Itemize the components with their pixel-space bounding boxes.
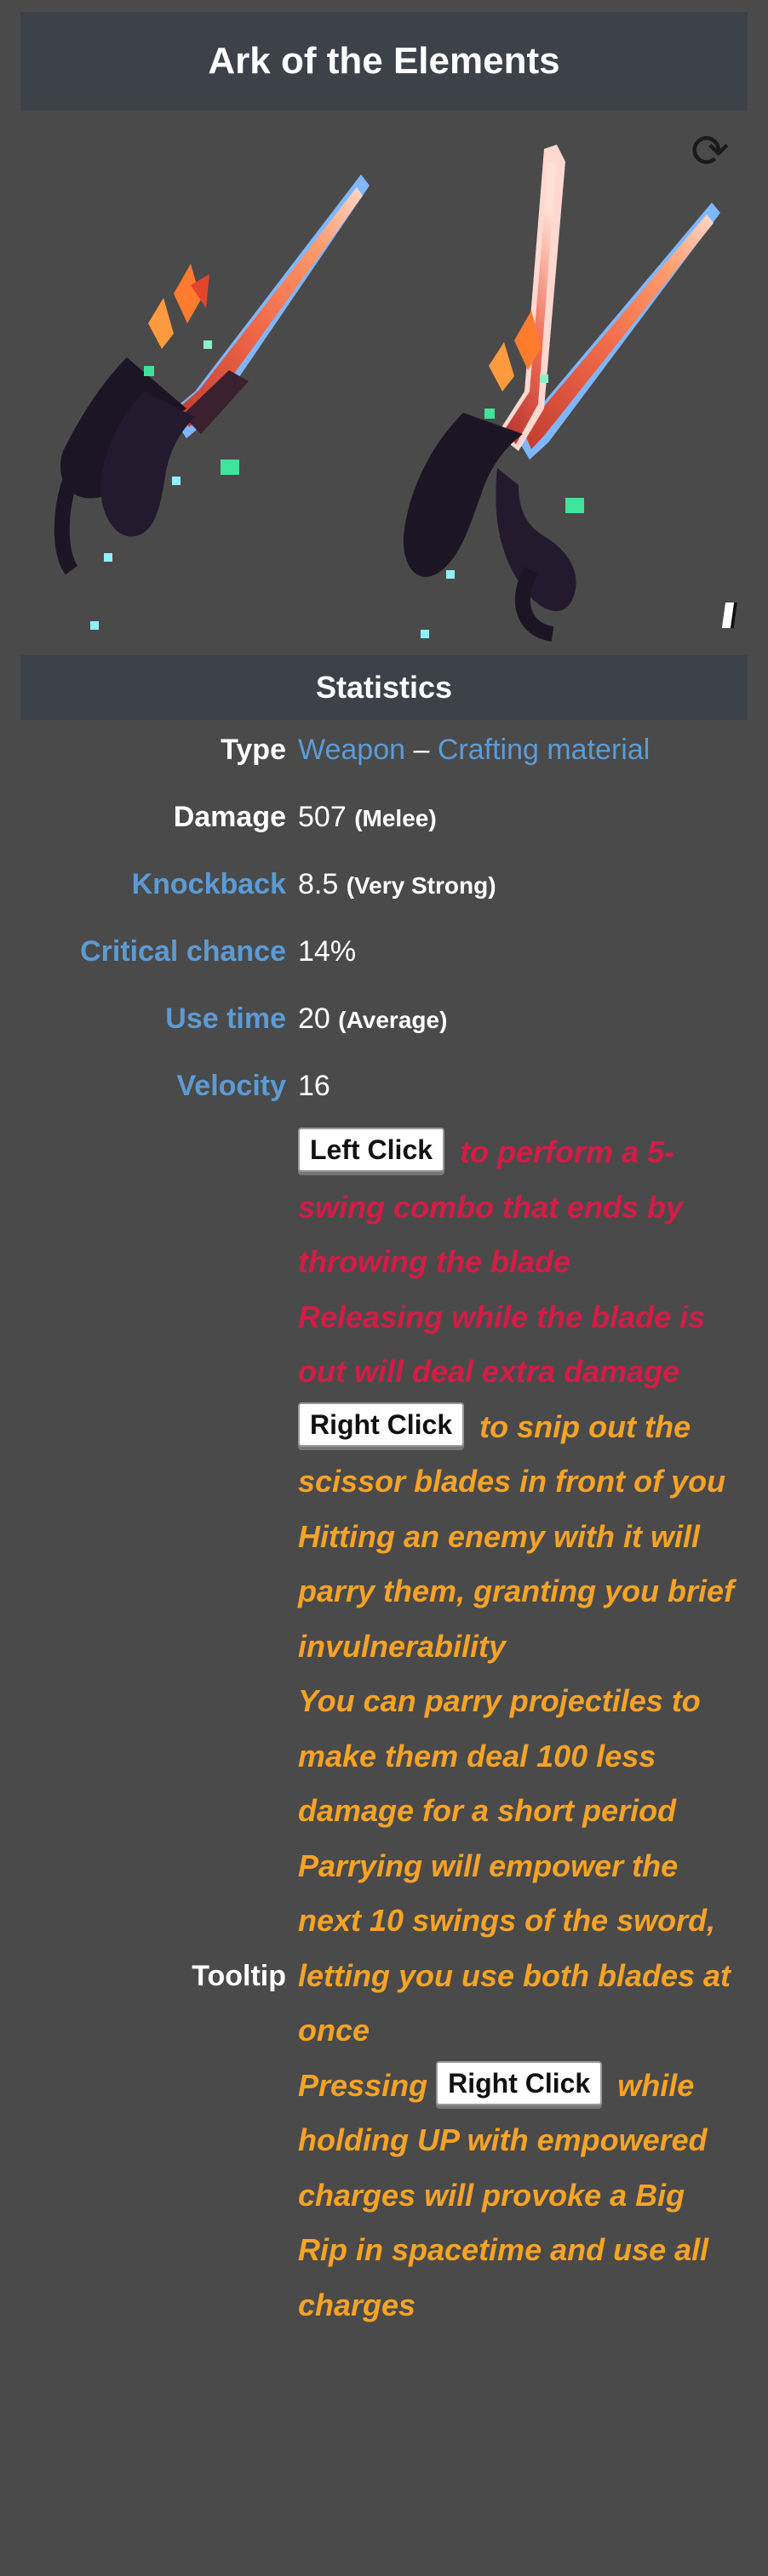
stat-value-type: Weapon – Crafting material bbox=[298, 734, 650, 767]
stat-label-damage: Damage bbox=[173, 801, 286, 833]
item-image-area: ⟳ bbox=[20, 111, 748, 655]
statistics-header: Statistics bbox=[20, 655, 748, 720]
stat-value-critical: 14% bbox=[298, 935, 356, 968]
knockback-note: (Very Strong) bbox=[346, 872, 496, 899]
stat-label-knockback[interactable]: Knockback bbox=[132, 868, 286, 901]
sprite-open bbox=[403, 145, 720, 642]
knockback-value: 8.5 bbox=[298, 868, 339, 900]
velocity-value: 16 bbox=[298, 1070, 330, 1102]
item-sprites bbox=[54, 145, 720, 642]
tooltip-orange-line-4: Parrying will empower the next 10 swings… bbox=[298, 1848, 731, 2048]
stat-label-velocity[interactable]: Velocity bbox=[176, 1070, 286, 1103]
stat-label-type: Type bbox=[221, 734, 286, 766]
item-infobox: Ark of the Elements ⟳ Statistics Type We… bbox=[0, 0, 768, 2576]
right-click-key-2: Right Click bbox=[436, 2060, 603, 2105]
type-weapon-link[interactable]: Weapon bbox=[298, 734, 405, 766]
stat-value-use-time: 20 (Average) bbox=[298, 1002, 447, 1036]
right-click-key: Right Click bbox=[298, 1402, 465, 1447]
type-separator: – bbox=[413, 734, 430, 766]
stat-label-tooltip: Tooltip bbox=[192, 1960, 286, 1992]
stat-label-use-time[interactable]: Use time bbox=[165, 1002, 286, 1036]
use-time-note: (Average) bbox=[338, 1007, 448, 1033]
tooltip-red-line-2: Releasing while the blade is out will de… bbox=[298, 1299, 706, 1390]
page-title: Ark of the Elements bbox=[20, 12, 748, 111]
stat-value-knockback: 8.5 (Very Strong) bbox=[298, 868, 496, 901]
damage-note: (Melee) bbox=[354, 805, 437, 831]
stat-value-velocity: 16 bbox=[298, 1070, 330, 1103]
critical-value: 14% bbox=[298, 935, 357, 968]
tooltip-orange-line-3: You can parry projectiles to make them d… bbox=[298, 1683, 701, 1828]
tooltip-orange-line-5: while holding UP with empowered charges … bbox=[298, 2067, 709, 2322]
damage-value: 507 bbox=[298, 801, 347, 833]
tooltip-orange-line-2: Hitting an enemy with it will parry them… bbox=[298, 1518, 735, 1664]
tooltip-pressing: Pressing bbox=[298, 2067, 428, 2103]
use-time-value: 20 bbox=[298, 1002, 330, 1035]
refresh-icon[interactable]: ⟳ bbox=[685, 126, 736, 177]
stat-label-critical[interactable]: Critical chance bbox=[80, 935, 286, 968]
tooltip-text: Left Click to perform a 5-swing combo th… bbox=[298, 1125, 741, 2333]
type-material-link[interactable]: Crafting material bbox=[438, 734, 650, 766]
left-click-key: Left Click bbox=[298, 1128, 445, 1172]
sprite-closed bbox=[54, 174, 370, 630]
stat-value-damage: 507 (Melee) bbox=[298, 801, 437, 834]
